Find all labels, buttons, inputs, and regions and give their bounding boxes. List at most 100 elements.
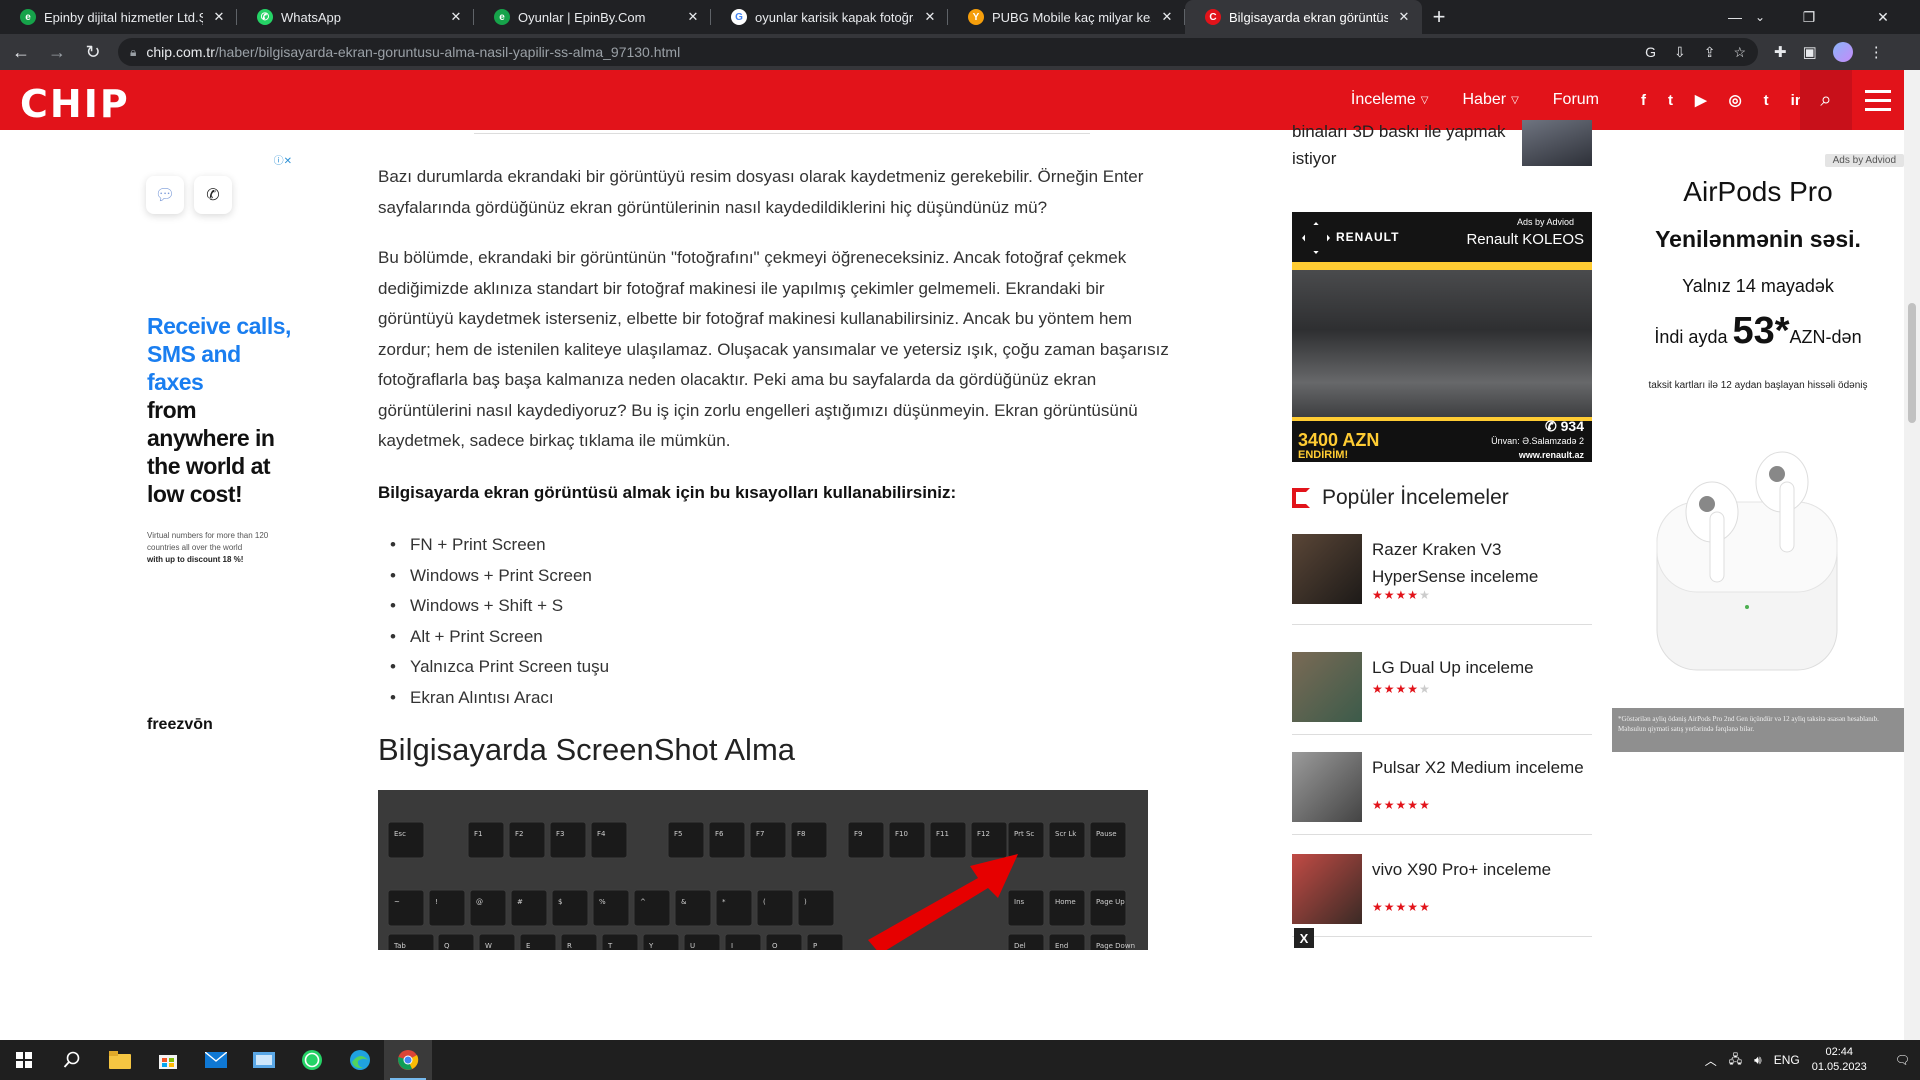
address-bar[interactable]: 🔒︎ chip.com.tr/haber/bilgisayarda-ekran-… <box>118 38 1758 66</box>
google-icon[interactable]: G <box>1645 44 1656 61</box>
bookmark-star-icon[interactable]: ☆ <box>1733 44 1746 61</box>
edge-icon[interactable] <box>336 1040 384 1080</box>
popular-review-item[interactable]: LG Dual Up inceleme ★★★★★ <box>1292 652 1592 735</box>
svg-text:F11: F11 <box>936 830 949 838</box>
svg-text:F5: F5 <box>674 830 682 838</box>
ad-footer-disclaimer: *Göstərilən ayliq ödəniş AirPods Pro 2nd… <box>1612 708 1904 752</box>
rating-stars: ★★★★★ <box>1372 900 1431 914</box>
clock[interactable]: 02:44 01.05.2023 <box>1812 1045 1867 1075</box>
page-scrollbar[interactable] <box>1904 70 1920 1040</box>
ad-slogan: Yenilənmənin səsi. <box>1655 226 1861 252</box>
star-filled-icon: ★ <box>1383 682 1396 696</box>
clock-date: 01.05.2023 <box>1811 1061 1867 1073</box>
ad-website: www.renault.az <box>1518 450 1584 460</box>
microsoft-store-icon[interactable] <box>144 1040 192 1080</box>
search-icon[interactable] <box>48 1040 96 1080</box>
whatsapp-icon[interactable] <box>288 1040 336 1080</box>
back-icon[interactable]: ← <box>6 37 36 67</box>
keyboard-key: ^ <box>633 889 671 927</box>
maximize-icon[interactable]: ❐ <box>1772 0 1846 34</box>
volume-icon[interactable]: 🔊︎ <box>1754 1053 1762 1068</box>
instagram-icon[interactable]: ◎ <box>1729 91 1742 109</box>
nav-haber[interactable]: Haber ▽ <box>1463 91 1519 109</box>
mail-icon[interactable] <box>192 1040 240 1080</box>
airpods-ad[interactable]: Ads by Adviod AirPods Pro Yenilənmənin s… <box>1612 152 1904 752</box>
minimize-icon[interactable]: — <box>1698 0 1772 34</box>
hamburger-menu-icon[interactable] <box>1852 70 1904 130</box>
tab-close-icon[interactable]: ✕ <box>922 9 938 25</box>
nav-forum[interactable]: Forum <box>1553 91 1599 109</box>
file-explorer-icon[interactable] <box>96 1040 144 1080</box>
language-indicator[interactable]: ENG <box>1774 1053 1800 1067</box>
youtube-icon[interactable]: ▶ <box>1695 91 1707 109</box>
new-tab-icon[interactable]: + <box>1422 0 1456 34</box>
star-filled-icon: ★ <box>1407 900 1420 914</box>
browser-tab[interactable]: ✆ WhatsApp ✕ <box>237 0 474 34</box>
extensions-puzzle-icon[interactable]: ✚ <box>1774 43 1787 61</box>
review-thumbnail[interactable] <box>1292 652 1362 722</box>
svg-text:End: End <box>1055 942 1068 950</box>
keyboard-key: U <box>683 933 721 950</box>
star-filled-icon: ★ <box>1395 588 1408 602</box>
browser-tab[interactable]: C Bilgisayarda ekran görüntüsü alm ✕ <box>1185 0 1422 34</box>
left-ad-freezvon[interactable]: ⓘ✕ 💬︎ ✆ Receive calls, SMS and faxes fro… <box>140 150 292 750</box>
svg-text:!: ! <box>435 898 438 906</box>
tab-close-icon[interactable]: ✕ <box>211 9 227 25</box>
browser-tab[interactable]: e Oyunlar | EpinBy.Com ✕ <box>474 0 711 34</box>
star-filled-icon: ★ <box>1407 682 1420 696</box>
lock-icon[interactable]: 🔒︎ <box>130 45 136 60</box>
tray-chevron-up-icon[interactable]: ︿ <box>1705 1052 1717 1069</box>
popular-review-item[interactable]: Pulsar X2 Medium inceleme ★★★★★ <box>1292 752 1592 835</box>
keyboard-key: ! <box>428 889 466 927</box>
install-app-icon[interactable]: ⇩ <box>1674 44 1686 61</box>
adchoices-icon[interactable]: ⓘ✕ <box>274 152 292 167</box>
chrome-icon[interactable] <box>384 1040 432 1080</box>
close-window-icon[interactable]: ✕ <box>1846 0 1920 34</box>
review-thumbnail[interactable] <box>1292 534 1362 604</box>
related-article-link[interactable]: binaları 3D baskı ile yapmak istiyor <box>1292 118 1522 172</box>
tab-close-icon[interactable]: ✕ <box>1396 9 1412 25</box>
popular-review-item[interactable]: Razer Kraken V3 HyperSense inceleme ★★★★★ <box>1292 534 1592 625</box>
airpods-case-image <box>1656 451 1838 671</box>
tab-close-icon[interactable]: ✕ <box>448 9 464 25</box>
review-thumbnail[interactable] <box>1292 854 1362 924</box>
forward-icon[interactable]: → <box>42 37 72 67</box>
close-button[interactable]: X <box>1294 928 1314 948</box>
star-filled-icon: ★ <box>1383 798 1396 812</box>
review-title[interactable]: LG Dual Up inceleme <box>1372 654 1592 681</box>
search-icon[interactable]: ⌕ <box>1800 70 1852 130</box>
nav-inceleme[interactable]: İnceleme ▽ <box>1351 91 1429 109</box>
tab-close-icon[interactable]: ✕ <box>685 9 701 25</box>
ad-headline-blue: Receive calls, SMS and faxes <box>147 313 291 395</box>
browser-menu-icon[interactable]: ⋮ <box>1869 43 1884 61</box>
chip-logo[interactable]: CHIP <box>20 82 130 126</box>
tab-close-icon[interactable]: ✕ <box>1159 9 1175 25</box>
twitter-icon[interactable]: t <box>1668 92 1673 109</box>
network-icon[interactable]: 🖧︎ <box>1729 1050 1742 1071</box>
side-panel-icon[interactable]: ▣ <box>1803 43 1817 61</box>
facebook-icon[interactable]: f <box>1641 92 1646 109</box>
reload-icon[interactable]: ↻ <box>78 37 108 67</box>
control-panel-icon[interactable] <box>240 1040 288 1080</box>
windows-start-icon[interactable] <box>0 1040 48 1080</box>
profile-avatar[interactable] <box>1832 42 1853 62</box>
ads-by-label: Ads by Adviod <box>1824 154 1904 167</box>
notifications-icon[interactable]: 🗨︎ <box>1895 1053 1910 1067</box>
keyboard-key: F8 <box>790 821 828 859</box>
svg-text:&: & <box>681 898 687 906</box>
review-title[interactable]: Razer Kraken V3 HyperSense inceleme <box>1372 536 1592 590</box>
scrollbar-thumb[interactable] <box>1908 303 1916 423</box>
browser-tab[interactable]: Y PUBG Mobile kaç milyar kez oyna ✕ <box>948 0 1185 34</box>
svg-text:(: ( <box>763 898 766 906</box>
browser-tab[interactable]: e Epinby dijital hizmetler Ltd.Şti | A ✕ <box>0 0 237 34</box>
popular-review-item[interactable]: vivo X90 Pro+ inceleme ★★★★★ <box>1292 854 1592 937</box>
popular-reviews-heading: Popüler İncelemeler <box>1292 486 1509 510</box>
tumblr-icon[interactable]: t <box>1764 92 1769 109</box>
renault-ad[interactable]: RENAULT Ads by Adviod Renault KOLEOS 340… <box>1292 212 1592 462</box>
share-icon[interactable]: ⇪ <box>1704 44 1716 61</box>
review-title[interactable]: vivo X90 Pro+ inceleme <box>1372 856 1592 883</box>
browser-tab[interactable]: Goyunlar karisik kapak fotoğrafları ✕ <box>711 0 948 34</box>
review-title[interactable]: Pulsar X2 Medium inceleme <box>1372 754 1592 781</box>
review-thumbnail[interactable] <box>1292 752 1362 822</box>
related-article-thumbnail[interactable] <box>1522 120 1592 166</box>
